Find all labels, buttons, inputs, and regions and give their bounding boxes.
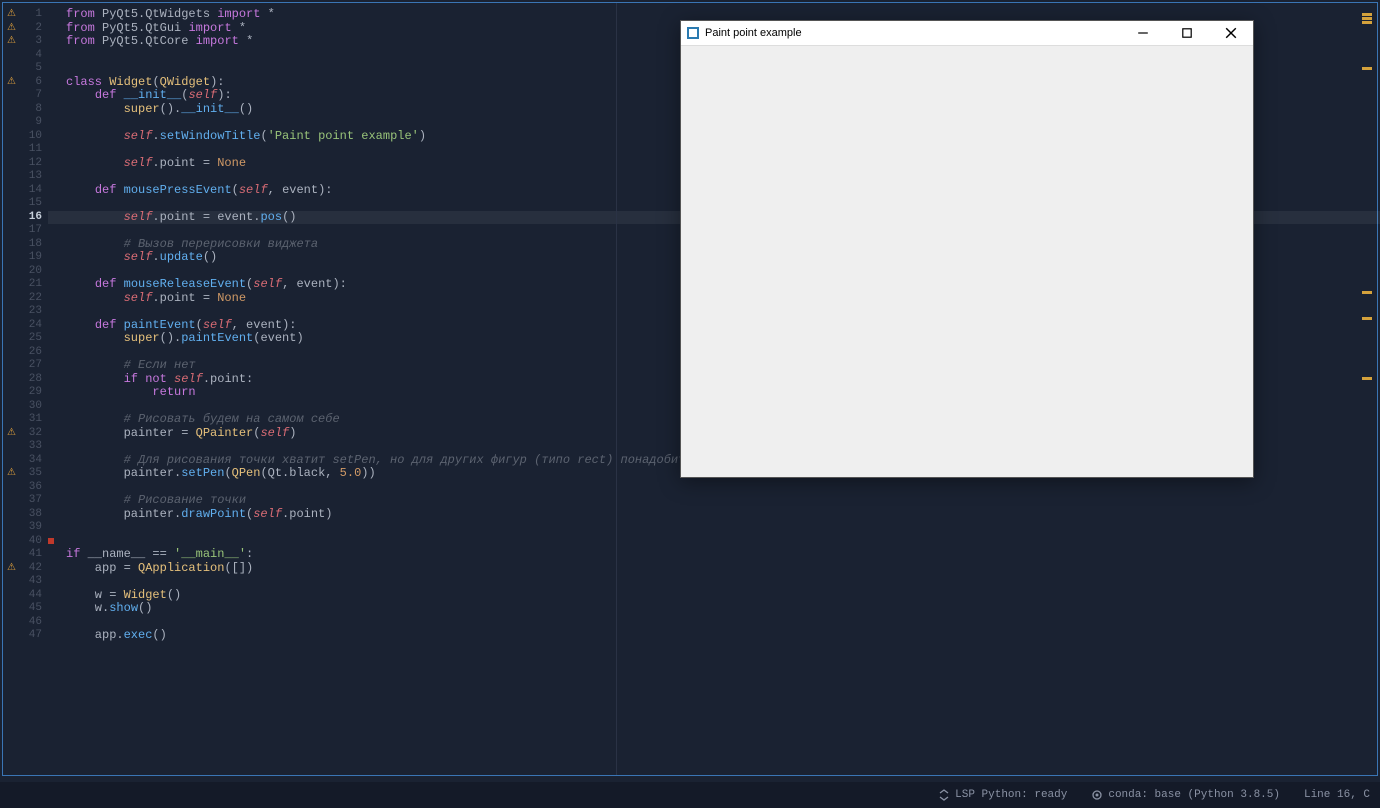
line-number[interactable]: 4 [3,49,48,63]
gutter[interactable]: ⚠1⚠2⚠345⚠6789101112131415161718192021222… [3,3,48,775]
line-number[interactable]: 20 [3,265,48,279]
line-number[interactable]: 14 [3,184,48,198]
close-button[interactable] [1209,21,1253,45]
line-number[interactable]: 30 [3,400,48,414]
line-number[interactable]: ⚠6 [3,76,48,90]
warning-icon[interactable]: ⚠ [7,562,16,576]
minimize-icon [1137,27,1149,39]
line-number[interactable]: 36 [3,481,48,495]
code-line[interactable]: painter.drawPoint(self.point) [66,508,1377,522]
status-position-text: Line 16, C [1304,789,1370,801]
status-conda-text: conda: base (Python 3.8.5) [1108,789,1280,801]
line-number[interactable]: 34 [3,454,48,468]
warning-icon[interactable]: ⚠ [7,8,16,22]
warning-icon[interactable]: ⚠ [7,35,16,49]
line-number[interactable]: ⚠42 [3,562,48,576]
line-number[interactable]: 38 [3,508,48,522]
code-line[interactable] [66,481,1377,495]
line-number[interactable]: 39 [3,521,48,535]
line-number[interactable]: 8 [3,103,48,117]
line-number[interactable]: 15 [3,197,48,211]
code-line[interactable]: w = Widget() [66,589,1377,603]
minimap-warning-marker[interactable] [1362,317,1372,320]
code-line[interactable] [66,575,1377,589]
line-number[interactable]: 17 [3,224,48,238]
line-number[interactable]: 22 [3,292,48,306]
lsp-icon [938,789,950,801]
code-line[interactable]: w.show() [66,602,1377,616]
maximize-button[interactable] [1165,21,1209,45]
line-number[interactable]: 23 [3,305,48,319]
line-number[interactable]: ⚠32 [3,427,48,441]
warning-icon[interactable]: ⚠ [7,22,16,36]
line-number[interactable]: 26 [3,346,48,360]
line-number[interactable]: 47 [3,629,48,643]
minimap-warning-marker[interactable] [1362,377,1372,380]
line-number[interactable]: 7 [3,89,48,103]
minimap-warning-marker[interactable] [1362,17,1372,20]
line-number[interactable]: 24 [3,319,48,333]
warning-icon[interactable]: ⚠ [7,467,16,481]
line-number[interactable]: 16 [3,211,48,225]
line-number[interactable]: 10 [3,130,48,144]
line-number[interactable]: 43 [3,575,48,589]
line-number[interactable]: ⚠3 [3,35,48,49]
minimize-button[interactable] [1121,21,1165,45]
line-number[interactable]: 9 [3,116,48,130]
line-number[interactable]: 13 [3,170,48,184]
warning-icon[interactable]: ⚠ [7,76,16,90]
line-number[interactable]: 41 [3,548,48,562]
line-number[interactable]: 11 [3,143,48,157]
titlebar[interactable]: Paint point example [681,21,1253,46]
line-number[interactable]: 29 [3,386,48,400]
app-canvas[interactable] [681,46,1253,477]
code-line[interactable]: # Рисование точки [66,494,1377,508]
status-conda[interactable]: conda: base (Python 3.8.5) [1091,789,1280,801]
line-number[interactable]: 25 [3,332,48,346]
code-line[interactable]: app.exec() [66,629,1377,643]
line-number[interactable]: 21 [3,278,48,292]
line-number[interactable]: 12 [3,157,48,171]
code-line[interactable] [66,535,1377,549]
line-number[interactable]: 28 [3,373,48,387]
line-number[interactable]: 33 [3,440,48,454]
warning-icon[interactable]: ⚠ [7,427,16,441]
status-cursor-position[interactable]: Line 16, C [1304,789,1370,801]
line-number[interactable]: 46 [3,616,48,630]
paint-app-window[interactable]: Paint point example [680,20,1254,478]
line-number[interactable]: ⚠1 [3,8,48,22]
status-lsp[interactable]: LSP Python: ready [938,789,1067,801]
close-icon [1225,27,1237,39]
line-number[interactable]: 45 [3,602,48,616]
minimap-warning-marker[interactable] [1362,291,1372,294]
line-number[interactable]: 19 [3,251,48,265]
line-number[interactable]: ⚠2 [3,22,48,36]
app-icon [687,27,699,39]
line-number[interactable]: 31 [3,413,48,427]
line-number[interactable]: 5 [3,62,48,76]
minimap-warning-marker[interactable] [1362,67,1372,70]
status-bar: LSP Python: ready conda: base (Python 3.… [0,782,1380,808]
line-number[interactable]: 18 [3,238,48,252]
conda-icon [1091,789,1103,801]
code-line[interactable]: app = QApplication([]) [66,562,1377,576]
window-title: Paint point example [705,27,1121,39]
line-number[interactable]: 44 [3,589,48,603]
minimap-warning-marker[interactable] [1362,13,1372,16]
status-lsp-text: LSP Python: ready [955,789,1067,801]
indent-guide [616,3,617,775]
code-line[interactable] [66,616,1377,630]
minimap-warning-marker[interactable] [1362,21,1372,24]
line-number[interactable]: 27 [3,359,48,373]
line-number[interactable]: 37 [3,494,48,508]
line-number[interactable]: ⚠35 [3,467,48,481]
code-line[interactable]: if __name__ == '__main__': [66,548,1377,562]
code-line[interactable] [66,521,1377,535]
maximize-icon [1181,27,1193,39]
line-number[interactable]: 40 [3,535,48,549]
